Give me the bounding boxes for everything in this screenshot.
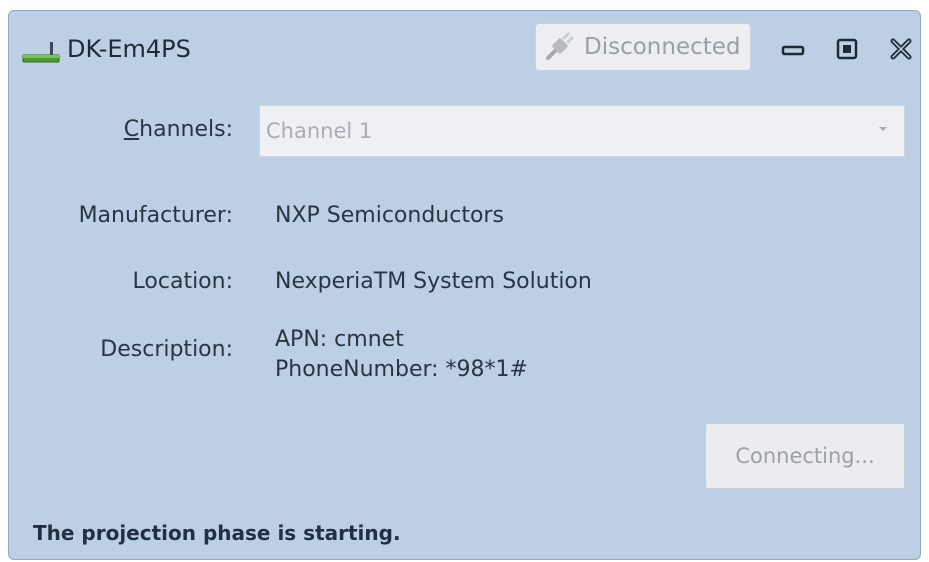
connection-status-label: Disconnected <box>584 34 741 60</box>
description-line-2: PhoneNumber: *98*1# <box>275 357 528 382</box>
minimize-icon[interactable] <box>777 33 809 65</box>
channels-selected-value: Channel 1 <box>266 119 373 143</box>
location-value: NexperiaTM System Solution <box>275 269 592 294</box>
manufacturer-label: Manufacturer: <box>78 203 233 228</box>
window-title: DK-Em4PS <box>67 35 191 63</box>
location-label: Location: <box>132 269 233 294</box>
description-line-1: APN: cmnet <box>275 327 404 352</box>
manufacturer-value: NXP Semiconductors <box>275 203 504 228</box>
plug-icon <box>546 32 574 60</box>
app-window: DK-Em4PS Disconnected Channels: Channel … <box>8 10 921 560</box>
channels-dropdown[interactable]: Channel 1 <box>259 105 905 157</box>
connection-status-button[interactable]: Disconnected <box>535 23 751 71</box>
channels-label: Channels: <box>9 117 233 142</box>
channels-label-accel: C <box>123 117 140 142</box>
chevron-down-icon <box>879 127 887 131</box>
status-message: The projection phase is starting. <box>33 521 401 545</box>
channels-label-rest: hannels: <box>139 117 233 142</box>
connect-button[interactable]: Connecting... <box>705 423 905 489</box>
maximize-icon[interactable] <box>831 33 863 65</box>
close-icon[interactable] <box>885 33 917 65</box>
description-label: Description: <box>100 337 233 362</box>
title-bar: DK-Em4PS Disconnected <box>9 11 920 83</box>
device-icon <box>22 42 60 63</box>
